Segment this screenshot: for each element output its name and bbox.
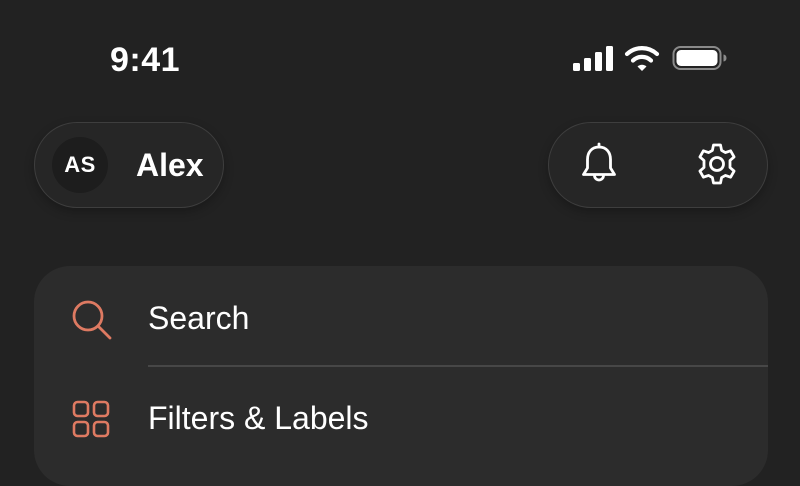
menu-item-filters-labels[interactable]: Filters & Labels xyxy=(34,366,768,466)
menu-item-search[interactable]: Search xyxy=(34,266,768,367)
gear-icon xyxy=(693,140,741,193)
search-icon xyxy=(70,298,114,342)
grid-icon xyxy=(70,398,114,442)
settings-button[interactable] xyxy=(693,142,741,190)
menu-item-label: Filters & Labels xyxy=(148,400,369,436)
cellular-signal-icon xyxy=(572,44,614,77)
bell-icon xyxy=(575,140,623,193)
header-actions xyxy=(548,122,768,208)
status-icons xyxy=(572,44,728,76)
wifi-icon xyxy=(624,44,660,77)
battery-icon xyxy=(672,44,728,77)
menu-item-label: Search xyxy=(148,300,250,336)
menu-card: Search Filters & Labels xyxy=(34,266,768,486)
avatar: AS xyxy=(52,137,108,193)
status-time: 9:41 xyxy=(110,41,181,79)
profile-button[interactable]: AS Alex xyxy=(34,122,224,208)
notifications-button[interactable] xyxy=(575,142,623,190)
profile-name: Alex xyxy=(136,147,204,183)
